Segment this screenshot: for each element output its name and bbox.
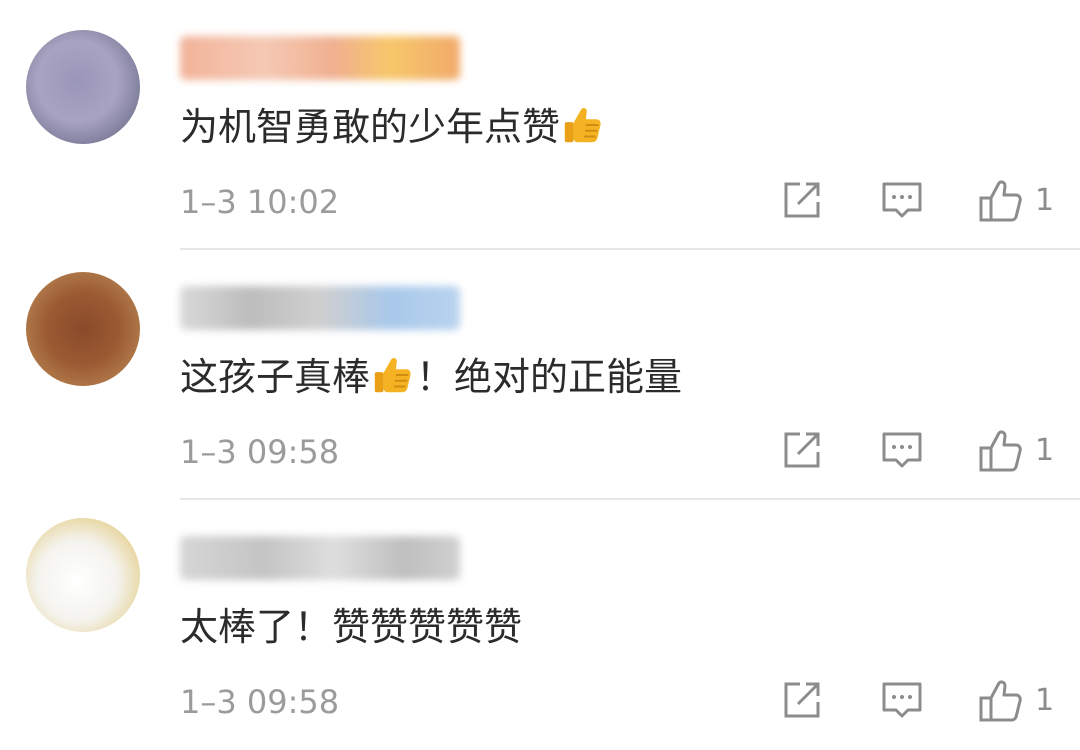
- reply-button[interactable]: [880, 428, 924, 472]
- like-button[interactable]: 1: [977, 678, 1054, 724]
- thumbs-up-icon: [979, 680, 1022, 722]
- comment-text-part: ！绝对的正能量: [416, 355, 683, 399]
- like-button[interactable]: 1: [977, 428, 1054, 474]
- comment-item: 这孩子真棒 ！绝对的正能量 1–3 09:58 1: [0, 250, 1080, 500]
- timestamp: 1–3 09:58: [180, 433, 340, 471]
- reply-button[interactable]: [880, 678, 924, 722]
- share-icon: [784, 432, 820, 468]
- thumbs-up-icon: [979, 180, 1022, 222]
- share-button[interactable]: [780, 428, 824, 472]
- comment-text-part: 这孩子真棒: [180, 355, 371, 399]
- avatar[interactable]: [26, 272, 140, 386]
- username-blurred[interactable]: [180, 286, 460, 330]
- comment-item: 为机智勇敢的少年点赞 1–3 10:02 1: [0, 0, 1080, 250]
- like-count: 1: [1035, 183, 1055, 218]
- thumbs-up-icon: [979, 430, 1022, 472]
- comment-list: 为机智勇敢的少年点赞 1–3 10:02 1 这孩子真棒 ！绝对的正能量 1–3 …: [0, 0, 1080, 750]
- comment-icon: [882, 182, 922, 218]
- comment-text: 太棒了！赞赞赞赞赞: [180, 602, 522, 652]
- comment-actions: 1: [780, 678, 1080, 726]
- share-button[interactable]: [780, 178, 824, 222]
- comment-text: 为机智勇敢的少年点赞: [180, 102, 606, 152]
- comment-icon: [882, 432, 922, 468]
- share-button[interactable]: [780, 678, 824, 722]
- share-icon: [784, 182, 820, 218]
- share-icon: [784, 682, 820, 718]
- thumbs-up-emoji-icon: [374, 357, 411, 393]
- comment-item: 太棒了！赞赞赞赞赞 1–3 09:58 1: [0, 500, 1080, 750]
- comment-text: 这孩子真棒 ！绝对的正能量: [180, 352, 682, 402]
- avatar[interactable]: [26, 518, 140, 632]
- timestamp: 1–3 10:02: [180, 183, 340, 221]
- comment-text-part: 太棒了！赞赞赞赞赞: [180, 605, 523, 649]
- like-count: 1: [1035, 433, 1055, 468]
- avatar[interactable]: [26, 30, 140, 144]
- comment-text-part: 为机智勇敢的少年点赞: [180, 105, 561, 149]
- like-button[interactable]: 1: [977, 178, 1054, 224]
- username-blurred[interactable]: [180, 536, 460, 580]
- like-count: 1: [1035, 683, 1055, 718]
- thumbs-up-emoji-icon: [564, 107, 601, 143]
- comment-actions: 1: [780, 428, 1080, 476]
- comment-actions: 1: [780, 178, 1080, 226]
- reply-button[interactable]: [880, 178, 924, 222]
- timestamp: 1–3 09:58: [180, 683, 340, 721]
- comment-icon: [882, 682, 922, 718]
- username-blurred[interactable]: [180, 36, 460, 80]
